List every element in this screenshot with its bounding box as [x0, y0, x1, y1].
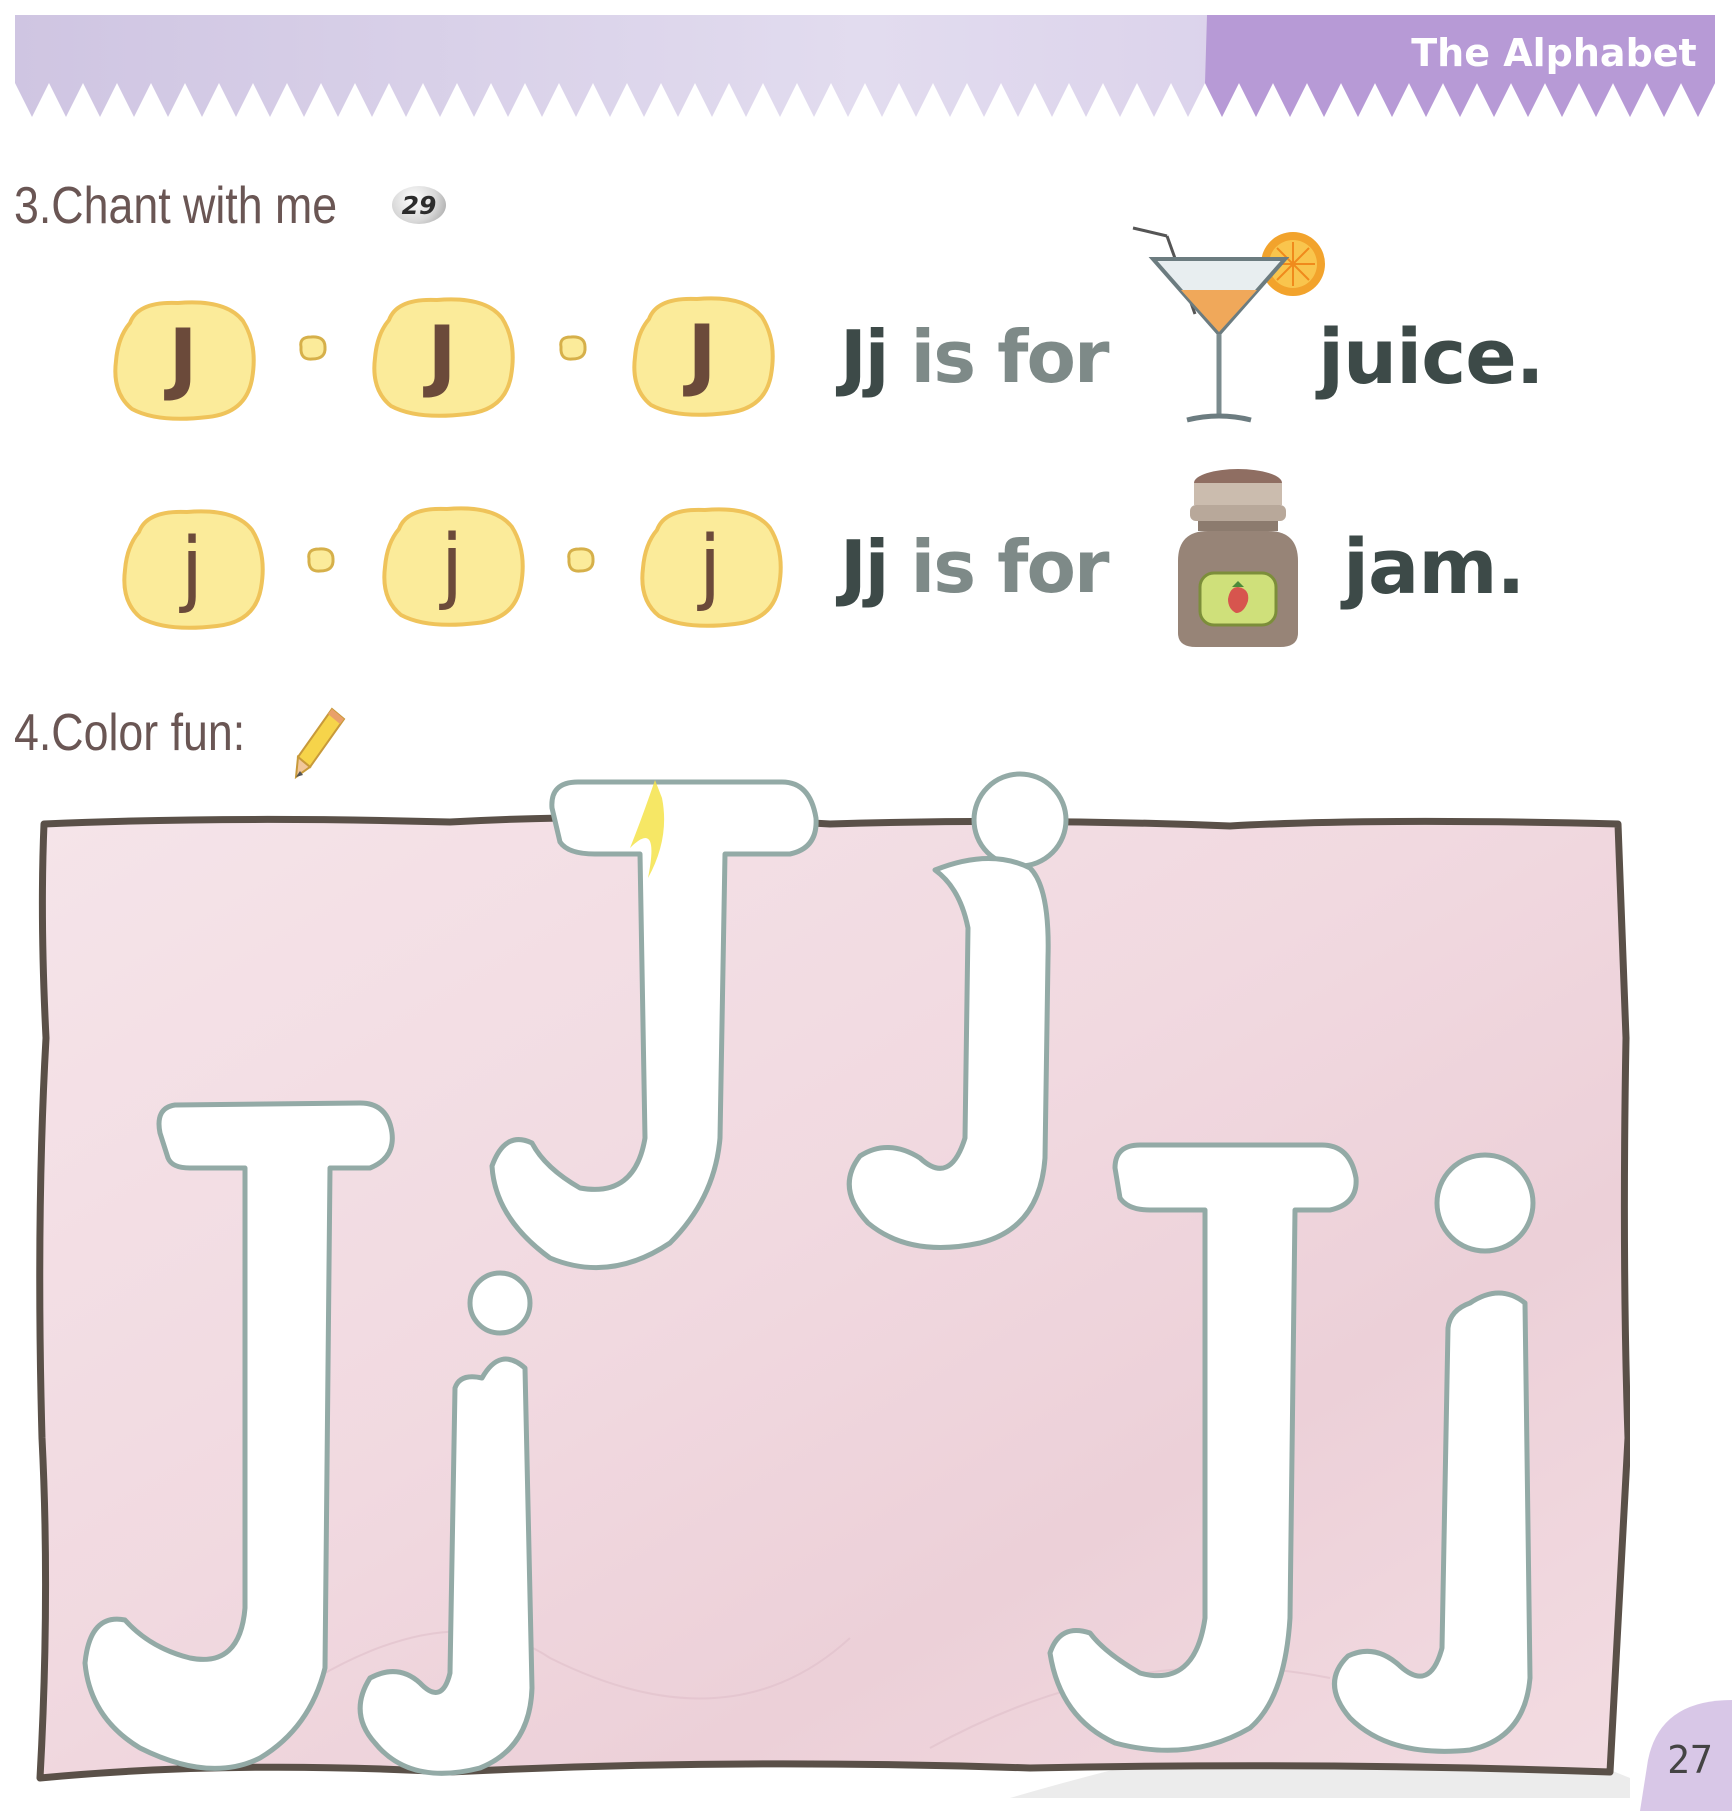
blob-letter: J [168, 314, 198, 404]
blob-dot [559, 335, 587, 361]
outline-letter-j-dot[interactable] [1434, 1152, 1536, 1254]
blob-dot [307, 547, 335, 573]
blob-letter: J [427, 311, 457, 401]
blob-letter: j [440, 517, 464, 613]
chant-word-1: juice. [1318, 312, 1545, 401]
sentence-letters: Jj [840, 525, 889, 609]
blob-letter: J [687, 310, 717, 400]
blob-dot [299, 335, 327, 361]
sentence-phrase: is for [910, 315, 1110, 399]
cocktail-glass-icon [1132, 226, 1325, 423]
coloring-canvas[interactable] [30, 738, 1630, 1798]
sentence-letters: Jj [840, 315, 889, 399]
blob-letter: j [180, 520, 204, 616]
letter-blob: j [377, 499, 527, 631]
section-tag: The Alphabet [1411, 31, 1697, 75]
sentence-phrase: is for [910, 525, 1110, 609]
letter-blob: j [117, 502, 267, 634]
letter-blob: j [635, 500, 785, 632]
letter-blob: J [367, 290, 517, 422]
audio-track-badge[interactable]: 29 [392, 186, 446, 224]
letter-blob: J [108, 293, 258, 425]
chant-section-title: 3.Chant with me [14, 177, 338, 235]
chant-sentence-1: Jj is for [840, 315, 1110, 399]
outline-letter-j-dot[interactable] [467, 1270, 533, 1336]
letter-blob: J [627, 289, 777, 421]
blob-letter: j [698, 518, 722, 614]
chant-sentence-2: Jj is for [840, 525, 1110, 609]
outline-letter-j-dot[interactable] [971, 771, 1069, 869]
chant-word-2: jam. [1343, 522, 1525, 611]
page-number: 27 [1667, 1738, 1713, 1782]
blob-dot [567, 547, 595, 573]
jam-jar-icon [1178, 469, 1298, 647]
